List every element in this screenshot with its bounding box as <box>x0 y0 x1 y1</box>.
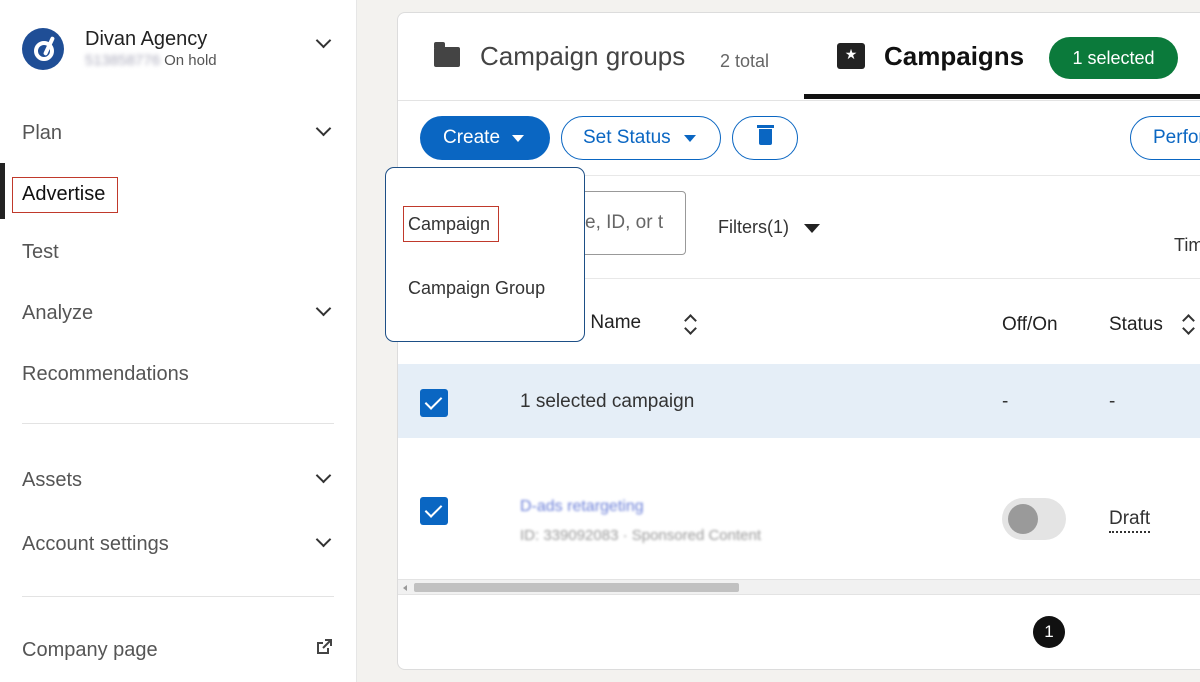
select-all-checkbox[interactable] <box>420 389 448 417</box>
sidebar-item-advertise[interactable]: Advertise <box>22 179 105 209</box>
campaign-star-icon: ★ <box>837 43 865 69</box>
sidebar-item-account-settings[interactable]: Account settings <box>22 529 169 559</box>
selected-offon-value: - <box>1002 391 1009 412</box>
sort-down-icon[interactable] <box>684 322 697 335</box>
campaign-status[interactable]: Draft <box>1109 508 1151 533</box>
tab-label: Campaign groups <box>480 41 686 71</box>
campaign-toggle[interactable] <box>1002 498 1066 540</box>
menu-item-campaign[interactable]: Campaign <box>408 214 490 235</box>
scroll-left-icon[interactable] <box>403 585 407 591</box>
account-status: On hold <box>164 52 217 69</box>
column-header-label: Status <box>1109 314 1163 335</box>
sidebar-item-label: Account settings <box>22 533 169 555</box>
column-header-offon: Off/On <box>1002 314 1058 335</box>
filters-label: Filters(1) <box>718 217 789 237</box>
filters-button[interactable]: Filters(1) <box>718 217 820 238</box>
divider <box>22 423 334 424</box>
sidebar-item-assets[interactable]: Assets <box>22 465 82 495</box>
sidebar: Divan Agency 513858776 On hold Plan Adver… <box>0 0 357 682</box>
folder-icon <box>434 42 460 67</box>
sidebar-item-label: Recommendations <box>22 363 189 385</box>
chevron-down-icon[interactable] <box>315 120 332 137</box>
set-status-label: Set Status <box>583 127 671 148</box>
chevron-down-icon[interactable] <box>315 531 332 548</box>
horizontal-scrollbar[interactable] <box>398 579 1200 595</box>
trash-icon <box>757 125 774 145</box>
chevron-down-icon[interactable] <box>315 467 332 484</box>
time-range-label[interactable]: Tim <box>1174 235 1200 256</box>
toolbar: Create Set Status Perfor <box>398 101 1200 176</box>
scroll-thumb[interactable] <box>414 583 739 592</box>
divider <box>22 596 334 597</box>
external-link-icon[interactable] <box>316 639 332 655</box>
selected-count-badge[interactable]: 1 selected <box>1049 37 1178 79</box>
table-row: D-ads retargeting ID: 339092083 · Sponso… <box>398 438 1200 578</box>
sidebar-item-label: Plan <box>22 122 63 144</box>
tab-bar: Campaign groups 2 total ★ Campaigns 1 se… <box>398 13 1200 101</box>
active-tab-underline <box>804 94 1200 99</box>
campaign-meta: ID: 339092083 · Sponsored Content <box>520 527 762 544</box>
campaign-name-link[interactable]: D-ads retargeting <box>520 498 644 516</box>
row-checkbox[interactable] <box>420 497 448 525</box>
sidebar-item-label: Analyze <box>22 302 94 324</box>
sidebar-item-company-page[interactable]: Company page <box>22 635 158 665</box>
create-button[interactable]: Create <box>420 116 550 160</box>
create-button-label: Create <box>443 127 501 148</box>
caret-down-icon <box>512 135 524 142</box>
pagination-page[interactable]: 1 <box>1033 616 1065 648</box>
selected-status-value: - <box>1109 391 1116 412</box>
selected-campaign-label: 1 selected campaign <box>520 391 695 412</box>
sidebar-item-label: Assets <box>22 469 83 491</box>
account-switcher[interactable]: Divan Agency 513858776 On hold <box>22 24 342 72</box>
sidebar-item-analyze[interactable]: Analyze <box>22 298 93 328</box>
tab-count: 2 total <box>720 51 770 71</box>
column-header-status[interactable]: Status <box>1109 314 1163 336</box>
chevron-down-icon[interactable] <box>315 300 332 317</box>
delete-button[interactable] <box>732 116 798 160</box>
menu-item-campaign-group[interactable]: Campaign Group <box>408 278 545 299</box>
sidebar-item-recommendations[interactable]: Recommendations <box>22 359 189 389</box>
tab-label: Campaigns <box>884 41 1025 71</box>
sidebar-item-test[interactable]: Test <box>22 237 59 267</box>
caret-down-icon <box>804 224 820 233</box>
performance-button[interactable]: Perfor <box>1130 116 1200 160</box>
sidebar-item-label: Advertise <box>22 183 106 205</box>
chevron-down-icon[interactable] <box>315 32 332 49</box>
sidebar-item-plan[interactable]: Plan <box>22 118 62 148</box>
create-dropdown-menu: Campaign Campaign Group <box>385 167 585 342</box>
selected-summary-row: 1 selected campaign - - <box>398 364 1200 438</box>
sort-down-icon[interactable] <box>1182 322 1195 335</box>
account-name: Divan Agency <box>85 28 208 50</box>
account-id: 513858776 <box>85 52 161 69</box>
sidebar-item-label: Test <box>22 241 59 263</box>
set-status-button[interactable]: Set Status <box>561 116 721 160</box>
agency-logo-icon <box>22 28 64 70</box>
active-indicator <box>0 163 5 219</box>
caret-down-icon <box>684 135 696 142</box>
account-subtitle: 513858776 On hold <box>85 52 217 69</box>
sidebar-item-label: Company page <box>22 639 158 661</box>
